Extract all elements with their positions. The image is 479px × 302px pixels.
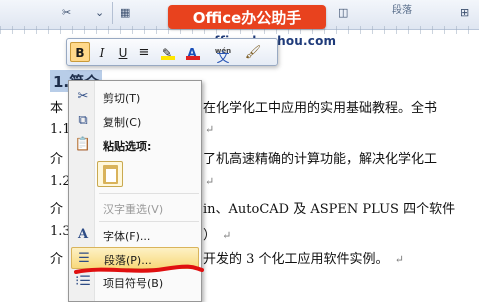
doc-line-3[interactable]: 介 [50,148,63,167]
doc-line-5-right[interactable]: in、AutoCAD 及 ASPEN PLUS 四个软件 [203,198,455,217]
line-text: 开发的 3 个化工应用软件实例。 [203,252,389,267]
paragraph-mark: ↵ [205,175,215,188]
line-prefix: 介 [50,152,64,167]
bold-button[interactable]: B [70,42,90,62]
menu-separator [99,221,199,222]
doc-line-7[interactable]: 介 [50,248,63,267]
menu-item-label: 剪切(T) [103,92,141,105]
doc-line-7-right[interactable]: 开发的 3 个化工应用软件实例。 ↵ [203,248,404,267]
menu-item-label: 项目符号(B) [103,277,164,290]
font-color-bar [186,56,200,60]
red-underline-annotation [74,264,204,274]
doc-line-4-right[interactable]: ↵ [203,174,214,189]
menu-item-label: 字体(F)... [103,230,151,243]
menu-separator [99,193,199,194]
phonetic-char: 文 [216,51,230,66]
doc-line-1-right[interactable]: 在化学化工中应用的实用基础教程。全书 [203,97,437,116]
line-prefix: 介 [50,202,64,217]
menu-item-label: 粘贴选项: [103,140,152,153]
menu-item-paste-options: 📋 粘贴选项: [71,134,199,156]
menu-item-cut[interactable]: ✂ 剪切(T) [71,86,199,108]
paste-keep-text-button[interactable] [97,161,123,187]
phonetic-guide-button[interactable]: wén 文 [209,42,235,66]
font-color-button[interactable]: A [182,42,202,62]
copy-icon: ⧉ [78,113,88,128]
line-prefix: 介 [50,252,64,267]
italic-button[interactable]: I [92,42,112,62]
menu-item-label: 复制(C) [103,116,142,129]
highlight-color-bar [161,56,175,60]
doc-line-5[interactable]: 介 [50,198,63,217]
underline-button[interactable]: U [113,42,133,62]
scissors-icon: ✂ [77,89,89,104]
line-text: ） [203,228,217,243]
line-prefix: 本 [50,101,64,116]
line-text: 在化学化工中应用的实用基础教程。全书 [203,101,438,116]
watermark-title: Office办公助手 [192,8,302,27]
paragraph-mark: ↵ [205,123,215,136]
paragraph-mark: ↵ [222,229,232,242]
format-painter-icon: 🖌 [244,45,262,60]
doc-line-1[interactable]: 本 [50,97,63,116]
menu-item-copy[interactable]: ⧉ 复制(C) [71,110,199,132]
menu-item-label: 汉字重选(V) [103,203,164,216]
menu-item-font[interactable]: A 字体(F)... [71,224,199,246]
line-text: 了机高速精确的计算功能，解决化学化工 [203,152,438,167]
paragraph-mark: ↵ [394,253,404,266]
clipboard-paper [106,169,116,182]
menu-item-reconvert[interactable]: 汉字重选(V) [71,197,199,219]
doc-line-3-right[interactable]: 了机高速精确的计算功能，解决化学化工 [203,148,437,167]
mini-toolbar: B I U ≡ ✎ A wén 文 🖌 [66,38,278,66]
format-painter-button[interactable]: 🖌 [243,42,263,62]
align-center-button[interactable]: ≡ [134,42,154,62]
doc-line-6-right[interactable]: ） ↵ [203,224,231,243]
highlight-button[interactable]: ✎ [157,42,177,62]
font-icon: A [77,227,89,242]
doc-line-2-right[interactable]: ↵ [203,122,214,137]
line-text: in、AutoCAD 及 ASPEN PLUS 四个软件 [203,202,456,217]
paste-icon: 📋 [74,137,92,152]
watermark-banner: Office办公助手 [168,5,326,29]
